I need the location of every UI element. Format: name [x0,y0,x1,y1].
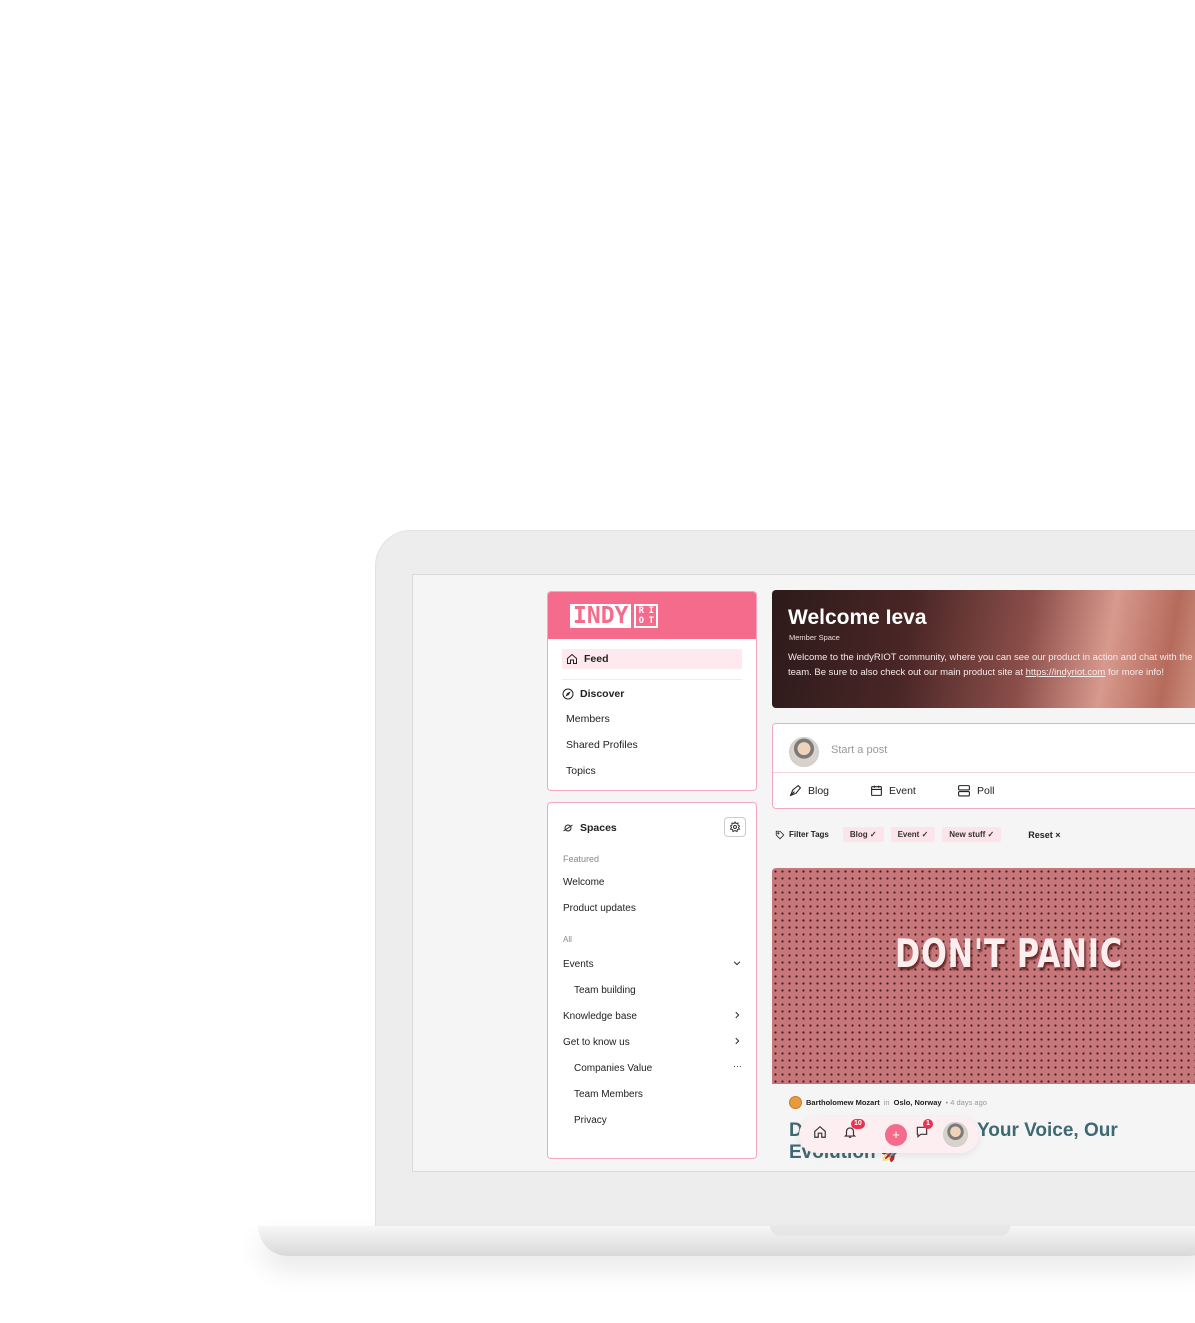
divider [773,772,1195,773]
nav-item-feed[interactable]: Feed [562,649,742,669]
poll-label: Poll [977,784,995,797]
nav-item-topics[interactable]: Topics [566,765,596,777]
spaces-settings-button[interactable] [724,817,746,837]
app-screen: INDY R I O T Feed Discover Members Share… [412,574,1195,1172]
navigation-card: INDY R I O T Feed Discover Members Share… [547,591,757,791]
nav-label: Feed [584,653,609,665]
post-composer: Start a post Blog Event Poll [772,723,1195,809]
event-label: Event [889,784,916,797]
nav-label: Shared Profiles [566,739,638,751]
post-in: in [883,1098,890,1107]
chevron-right-icon[interactable] [732,1036,742,1049]
filter-chip-event[interactable]: Event ✓ [890,827,936,842]
banner-title: Welcome Ieva [788,606,927,629]
space-item-get-to-know-us[interactable]: Get to know us [563,1037,630,1048]
filter-tags-button[interactable]: Filter Tags [775,830,829,840]
indyriot-logo[interactable]: INDY R I O T [570,603,659,628]
nav-label: Discover [580,688,625,700]
space-item-team-building[interactable]: Team building [574,985,636,996]
gear-icon [729,821,741,833]
filter-bar: Filter Tags Blog ✓ Event ✓ New stuff ✓ R… [775,827,1061,842]
more-icon[interactable]: ··· [733,1061,742,1071]
chat-icon[interactable]: 1 [915,1119,933,1144]
compass-icon [562,688,574,700]
spaces-title: Spaces [580,822,617,834]
banner-text: Welcome to the indyRIOT community, where… [788,650,1195,680]
post-title-right: Your Voice, Our [977,1120,1118,1141]
banner-subtitle: Member Space [789,633,840,642]
brand-bar: INDY R I O T [548,592,756,639]
nav-label: Members [566,713,610,725]
notifications-badge: 10 [851,1119,865,1129]
floating-dock: 10 + 1 [799,1117,979,1153]
author-avatar[interactable] [789,1096,802,1109]
space-item-companies-value[interactable]: Companies Value [574,1063,652,1074]
event-button[interactable]: Event [870,784,916,797]
chevron-right-icon[interactable] [732,1010,742,1023]
nav-label: Topics [566,765,596,777]
logo-letter: R [638,605,645,616]
blog-label: Blog [808,784,830,797]
laptop-base [258,1226,1195,1256]
all-label: All [563,935,572,944]
banner-link[interactable]: https://indyriot.com [1026,667,1106,678]
poll-icon [958,785,970,797]
chevron-down-icon[interactable] [732,958,742,971]
user-avatar[interactable] [943,1122,968,1147]
logo-letter: T [648,615,655,626]
blog-button[interactable]: Blog [789,784,829,797]
spaces-header: Spaces [562,822,617,834]
post-location[interactable]: Oslo, Norway [894,1098,942,1107]
space-item-events[interactable]: Events [563,959,594,970]
messages-badge: 1 [923,1119,933,1129]
divider [562,679,742,680]
home-icon [567,653,577,664]
poll-button[interactable]: Poll [957,784,995,797]
start-post-input[interactable]: Start a post [831,744,887,756]
featured-label: Featured [563,854,600,864]
planet-icon [563,824,573,832]
filter-chip-new-stuff[interactable]: New stuff ✓ [942,827,1002,842]
post-meta: Bartholomew Mozart in Oslo, Norway • 4 d… [789,1096,987,1109]
logo-grid: R I O T [634,603,659,628]
post-time: • 4 days ago [945,1098,987,1107]
banner-text-part: for more info! [1105,667,1164,678]
logo-text: INDY [570,603,632,628]
create-button[interactable]: + [885,1124,907,1146]
reset-filters-button[interactable]: Reset × [1028,830,1060,840]
space-item-privacy[interactable]: Privacy [574,1115,607,1126]
spaces-card: Spaces Featured Welcome Product updates … [547,802,757,1159]
nav-item-discover[interactable]: Discover [562,688,624,700]
space-item-product-updates[interactable]: Product updates [563,903,636,914]
space-item-team-members[interactable]: Team Members [574,1089,643,1100]
space-item-knowledge-base[interactable]: Knowledge base [563,1011,637,1022]
logo-letter: O [638,615,645,626]
filter-label: Filter Tags [789,830,829,839]
avatar[interactable] [789,737,819,767]
home-icon[interactable] [813,1125,827,1144]
nav-item-members[interactable]: Members [566,713,610,725]
filter-chip-blog[interactable]: Blog ✓ [842,827,884,842]
logo-letter: I [648,605,655,616]
post-author[interactable]: Bartholomew Mozart [806,1098,880,1107]
space-item-welcome[interactable]: Welcome [563,877,605,888]
nav-item-shared-profiles[interactable]: Shared Profiles [566,739,638,751]
laptop-notch [770,1226,1010,1236]
post-image[interactable]: DON'T PANIC [772,868,1195,1084]
calendar-icon [871,785,882,796]
post-image-text: DON'T PANIC [895,932,1123,977]
tag-icon [775,830,785,839]
welcome-banner: Welcome Ieva Member Space Welcome to the… [772,590,1195,708]
bell-icon[interactable]: 10 [843,1119,865,1144]
pen-icon [789,784,802,797]
